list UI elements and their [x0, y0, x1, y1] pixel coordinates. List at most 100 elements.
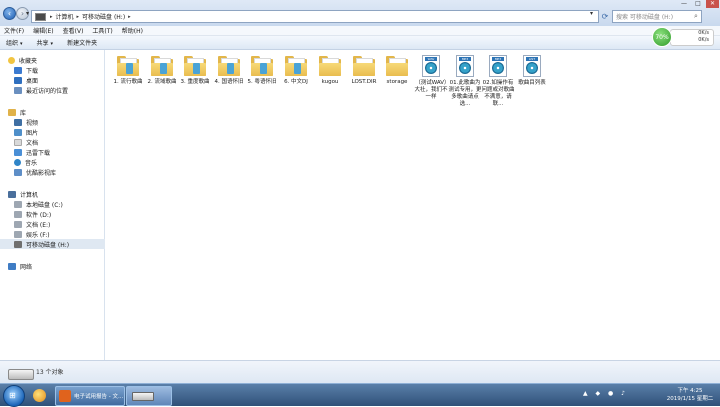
- computer-icon: [8, 190, 16, 198]
- sidebar-item-drive-d[interactable]: 软件 (D:): [0, 209, 118, 219]
- address-bar[interactable]: ▸ 计算机 ▸ 可移动磁盘 (H:) ▸: [31, 10, 599, 23]
- folder-item[interactable]: 5. 粤语怀旧: [245, 52, 279, 117]
- file-name: （测试WAV）大社，我们不一样: [414, 80, 448, 100]
- sidebar-item-libraries[interactable]: 库: [0, 107, 112, 117]
- folder-item[interactable]: 1. 流行歌曲: [111, 52, 145, 117]
- sidebar-label: 下载: [26, 67, 39, 75]
- app-icon: [59, 390, 71, 402]
- folder-item[interactable]: 6. 中文DJ: [279, 52, 313, 117]
- taskbar-app-pinned[interactable]: [29, 386, 51, 404]
- music-folder-icon: [151, 56, 173, 76]
- file-name: 6. 中文DJ: [284, 79, 308, 85]
- audio-file-icon: MP3: [489, 55, 507, 77]
- folder-item[interactable]: 3. 重度歌曲: [178, 52, 212, 117]
- organize-button[interactable]: 组织 ▾: [6, 38, 23, 47]
- sidebar-label: 本地磁盘 (C:): [26, 201, 63, 209]
- navigation-pane: 收藏夹 下载 桌面 最近访问的位置 库 视频 图片 文档 迅雷下载 音乐 优酷影…: [0, 50, 118, 360]
- search-input[interactable]: 搜索 可移动磁盘 (H:) ⌕: [612, 10, 702, 23]
- chevron-right-icon[interactable]: ▸: [77, 14, 80, 20]
- folder-item[interactable]: 4. 国语怀旧: [212, 52, 246, 117]
- removable-disk-icon: [14, 240, 22, 248]
- sidebar-label: 图片: [26, 129, 39, 137]
- taskbar-app-report[interactable]: 电子试用报告 - 文...: [55, 386, 125, 406]
- thunder-download-icon: [14, 148, 22, 156]
- folder-item[interactable]: 2. 流域歌曲: [145, 52, 179, 117]
- back-button[interactable]: ‹: [3, 7, 16, 20]
- download-icon: [14, 66, 22, 74]
- new-folder-button[interactable]: 新建文件夹: [67, 38, 97, 47]
- folder-item[interactable]: LOST.DIR: [347, 52, 381, 117]
- menu-tools[interactable]: 工具(T): [92, 26, 112, 35]
- start-button[interactable]: ⊞: [3, 385, 25, 407]
- search-placeholder: 搜索 可移动磁盘 (H:): [616, 14, 674, 21]
- documents-icon: [14, 138, 22, 146]
- sidebar-item-downloads[interactable]: 下载: [0, 65, 118, 75]
- sidebar-item-computer[interactable]: 计算机: [0, 189, 112, 199]
- file-name: LOST.DIR: [351, 79, 377, 85]
- taskbar-app-explorer[interactable]: [126, 386, 172, 406]
- close-button[interactable]: ✕: [706, 0, 719, 8]
- taskbar: ⊞ 电子试用报告 - 文... ▲ ◆ ● ♪ 下午 4:25 2019/1/1…: [0, 383, 720, 407]
- star-icon: [8, 56, 15, 64]
- sidebar-label: 软件 (D:): [26, 211, 52, 219]
- menu-view[interactable]: 查看(V): [63, 26, 84, 35]
- sidebar-item-drive-h[interactable]: 可移动磁盘 (H:): [0, 239, 118, 249]
- minimize-button[interactable]: —: [678, 0, 690, 8]
- sidebar-item-drive-e[interactable]: 文档 (E:): [0, 219, 118, 229]
- sidebar-item-thunder-downloads[interactable]: 迅雷下载: [0, 147, 118, 157]
- folder-item[interactable]: kugou: [313, 52, 347, 117]
- removable-disk-icon: [8, 369, 34, 380]
- sidebar-item-drive-c[interactable]: 本地磁盘 (C:): [0, 199, 118, 209]
- sidebar-item-recent-places[interactable]: 最近访问的位置: [0, 85, 118, 95]
- audio-file-item[interactable]: WAV （测试WAV）大社，我们不一样: [414, 52, 448, 117]
- sidebar-item-documents[interactable]: 文档: [0, 137, 118, 147]
- menu-bar: 文件(F) 编辑(E) 查看(V) 工具(T) 帮助(H): [0, 26, 720, 36]
- sidebar-item-music[interactable]: 音乐: [0, 157, 118, 167]
- menu-file[interactable]: 文件(F): [4, 26, 24, 35]
- system-tray-icons[interactable]: ▲ ◆ ● ♪: [583, 390, 628, 397]
- clock[interactable]: 下午 4:25 2019/1/15 星期二: [660, 387, 720, 403]
- sidebar-label: 计算机: [20, 191, 39, 199]
- sidebar-item-youku-library[interactable]: 优酷影视库: [0, 167, 118, 177]
- breadcrumb-removable-disk[interactable]: 可移动磁盘 (H:): [82, 12, 125, 21]
- sidebar-label: 收藏夹: [19, 57, 38, 65]
- audio-file-item[interactable]: MP3 01.此歌曲为测试专用，更多歌曲请点选...: [448, 52, 482, 117]
- address-row: ‹ › ▾ ▸ 计算机 ▸ 可移动磁盘 (H:) ▸ ▾ ⟳ 搜索 可移动磁盘 …: [0, 0, 720, 27]
- maximize-button[interactable]: □: [692, 0, 704, 8]
- network-monitor-widget[interactable]: 0K/s 0K/s 70%: [652, 27, 714, 47]
- sidebar-item-drive-f[interactable]: 娱乐 (F:): [0, 229, 118, 239]
- sidebar-item-network[interactable]: 网络: [0, 261, 112, 271]
- sidebar-label: 可移动磁盘 (H:): [26, 241, 70, 249]
- music-folder-icon: [117, 56, 139, 76]
- sidebar-item-favorites[interactable]: 收藏夹: [0, 55, 112, 65]
- menu-help[interactable]: 帮助(H): [122, 26, 143, 35]
- refresh-icon[interactable]: ⟳: [600, 10, 610, 23]
- hard-drive-icon: [14, 210, 22, 218]
- audio-file-item[interactable]: MP3 02.如操作有问题或对歌曲不满意，请联...: [481, 52, 515, 117]
- windows-logo-icon: ⊞: [9, 391, 16, 400]
- menu-edit[interactable]: 编辑(E): [33, 26, 53, 35]
- file-name: 01.此歌曲为测试专用，更多歌曲请点选...: [448, 80, 482, 107]
- chevron-right-icon[interactable]: ▸: [50, 14, 53, 20]
- speed-panel: 0K/s 0K/s: [670, 29, 714, 46]
- share-label: 共享: [36, 40, 49, 47]
- item-count: 13 个对象: [36, 369, 64, 376]
- audio-file-icon: MP3: [456, 55, 474, 77]
- playlist-file-item[interactable]: LIST 歌曲目列表: [515, 52, 549, 117]
- folder-icon: [319, 56, 341, 76]
- computer-icon: [35, 12, 46, 21]
- folder-icon: [353, 56, 375, 76]
- sidebar-label: 库: [20, 109, 27, 117]
- sidebar-item-desktop[interactable]: 桌面: [0, 75, 118, 85]
- memory-usage-indicator[interactable]: 70%: [652, 27, 672, 47]
- playlist-file-icon: LIST: [523, 55, 541, 77]
- search-icon[interactable]: ⌕: [691, 12, 701, 21]
- breadcrumb-computer[interactable]: 计算机: [56, 12, 74, 21]
- address-dropdown-icon[interactable]: ▾: [590, 10, 593, 17]
- folder-item[interactable]: storage: [380, 52, 414, 117]
- history-dropdown-icon[interactable]: ▾: [26, 10, 29, 17]
- sidebar-item-videos[interactable]: 视频: [0, 117, 118, 127]
- share-button[interactable]: 共享 ▾: [37, 38, 54, 47]
- sidebar-item-pictures[interactable]: 图片: [0, 127, 118, 137]
- chevron-right-icon[interactable]: ▸: [128, 14, 131, 20]
